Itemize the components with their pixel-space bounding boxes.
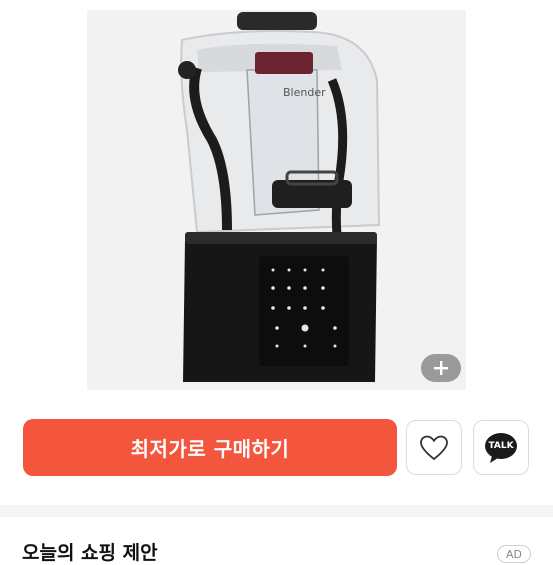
zoom-button[interactable] <box>421 354 461 382</box>
buy-lowest-price-button[interactable]: 최저가로 구매하기 <box>23 419 397 476</box>
recommendation-title: 오늘의 쇼핑 제안 <box>22 542 158 564</box>
heart-icon <box>420 435 448 460</box>
buy-button-label: 최저가로 구매하기 <box>130 437 290 461</box>
kakao-share-button[interactable]: TALK <box>473 420 529 475</box>
talk-label: TALK <box>488 441 514 451</box>
plus-icon <box>434 361 448 375</box>
section-divider <box>0 505 553 517</box>
product-image[interactable]: Blender <box>87 10 466 390</box>
wishlist-button[interactable] <box>406 420 462 475</box>
brand-text: Blender <box>283 86 326 99</box>
ad-badge: AD <box>497 545 531 563</box>
blender-illustration: Blender <box>178 12 381 382</box>
